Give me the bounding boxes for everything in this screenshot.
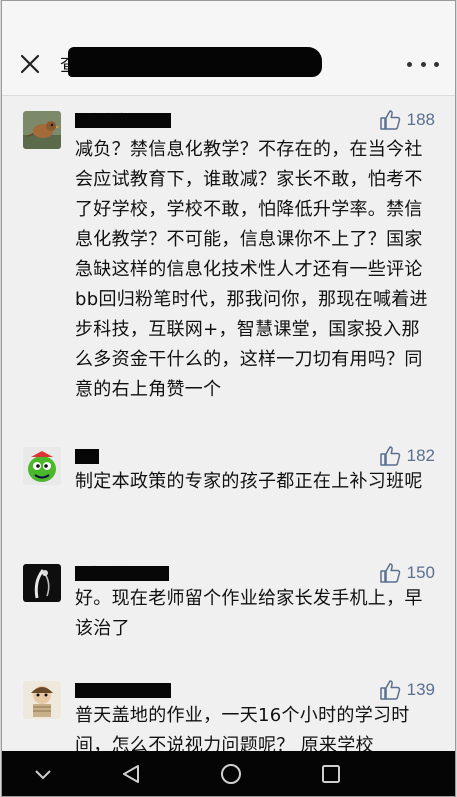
comment-text: 制定本政策的专家的孩子都正在上补习班呢 <box>75 471 423 492</box>
username-redaction <box>75 113 171 128</box>
username-redaction <box>75 683 171 698</box>
like-button[interactable]: 182 <box>379 445 435 467</box>
like-count: 139 <box>406 680 435 699</box>
avatar[interactable] <box>23 111 61 149</box>
more-icon-dot <box>420 61 426 67</box>
more-icon-dot <box>434 61 439 67</box>
close-icon <box>20 54 40 74</box>
like-button[interactable]: 150 <box>379 562 435 584</box>
home-button[interactable] <box>216 759 246 789</box>
like-count: 182 <box>406 446 435 465</box>
close-button[interactable] <box>16 50 44 78</box>
username-redaction <box>75 566 169 581</box>
thumbs-up-icon <box>379 446 400 466</box>
comment-text: 好。现在老师留个作业给家长发手机上，早该治了 <box>75 588 423 639</box>
page-title: 查 <box>60 47 322 79</box>
back-triangle-icon <box>123 765 139 783</box>
like-button[interactable]: 188 <box>379 109 435 131</box>
comment-text: 减负？禁信息化教学？不存在的，在当今社会应试教育下，谁敢减？家长不敢，怕考不了好… <box>75 139 428 400</box>
avatar[interactable] <box>23 447 61 485</box>
username-redaction <box>75 449 99 464</box>
hide-nav-button[interactable] <box>28 759 58 789</box>
thumbs-up-icon <box>379 680 400 700</box>
system-nav-bar <box>2 751 455 796</box>
top-bar: 查 <box>2 1 455 96</box>
avatar[interactable] <box>23 564 61 602</box>
chevron-down-icon <box>35 770 51 780</box>
recents-square-icon <box>322 765 340 783</box>
more-icon <box>407 61 412 67</box>
home-circle-icon <box>221 764 241 784</box>
like-count: 150 <box>406 563 435 582</box>
recents-button[interactable] <box>316 759 346 789</box>
avatar[interactable] <box>23 681 61 719</box>
back-button[interactable] <box>116 759 146 789</box>
thumbs-up-icon <box>379 563 400 583</box>
more-button[interactable] <box>407 53 439 75</box>
like-button[interactable]: 139 <box>379 679 435 701</box>
thumbs-up-icon <box>379 110 400 130</box>
like-count: 188 <box>406 110 435 129</box>
app-window: 查 风吹麦浪 <box>1 0 456 797</box>
title-redaction <box>68 47 322 77</box>
